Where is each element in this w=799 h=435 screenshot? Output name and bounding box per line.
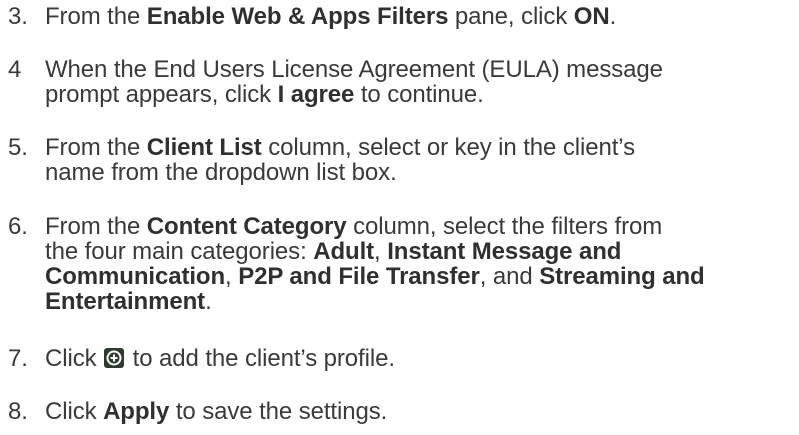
bold-term: P2P and File Transfer [238,263,480,290]
text-run: name from the dropdown list box. [45,159,397,186]
bold-term: Entertainment [45,288,206,315]
step-text: When the End Users License Agreement (EU… [45,57,795,107]
instruction-steps: 3. From the Enable Web & Apps Filters pa… [0,0,799,435]
text-run: , and [479,263,540,290]
text-run: Click [45,345,104,372]
bold-term: Instant Message and [387,238,622,265]
text-run: From the [45,134,147,161]
text-run: pane, click [448,3,574,30]
text-run: . [609,3,617,30]
bold-term: Client List [146,134,262,161]
text-run: , [374,238,388,265]
text-run: Click [45,398,104,425]
bold-term: Apply [103,398,170,425]
add-circle-icon [104,348,125,368]
step-number: 8. [8,398,28,425]
bold-term: Communication [45,263,226,290]
step-text: From the Content Category column, select… [45,214,795,314]
text-run: column, select the filters from [346,213,663,240]
step-number: 5. [8,134,28,161]
text-run: to add the client’s profile. [126,345,395,372]
text-run: to save the settings. [169,398,388,425]
step-number: 7. [8,345,28,372]
text-run: From the [45,213,147,240]
bold-term: Streaming and [539,263,705,290]
text-run: to continue. [354,81,484,108]
text-run: , [225,263,239,290]
bold-term: Enable Web & Apps Filters [146,3,449,30]
text-run: column, select or key in the client’s [261,134,635,161]
step-number: 3. [8,3,28,30]
bold-term: Adult [313,238,375,265]
step-text: Click to add the client’s profile. [45,346,795,371]
bold-term: Content Category [146,213,347,240]
text-run: the four main categories: [45,238,314,265]
step-text: From the Enable Web & Apps Filters pane,… [45,4,795,29]
text-run: prompt appears, click [45,81,278,108]
text-run: When the End Users License Agreement (EU… [45,56,663,83]
text-run: From the [45,3,147,30]
bold-term: I agree [277,81,355,108]
step-text: From the Client List column, select or k… [45,135,795,185]
step-text: Click Apply to save the settings. [45,399,795,424]
step-number: 4 [8,56,22,83]
bold-term: ON [573,3,610,30]
text-run: . [205,288,212,315]
step-number: 6. [8,213,28,240]
